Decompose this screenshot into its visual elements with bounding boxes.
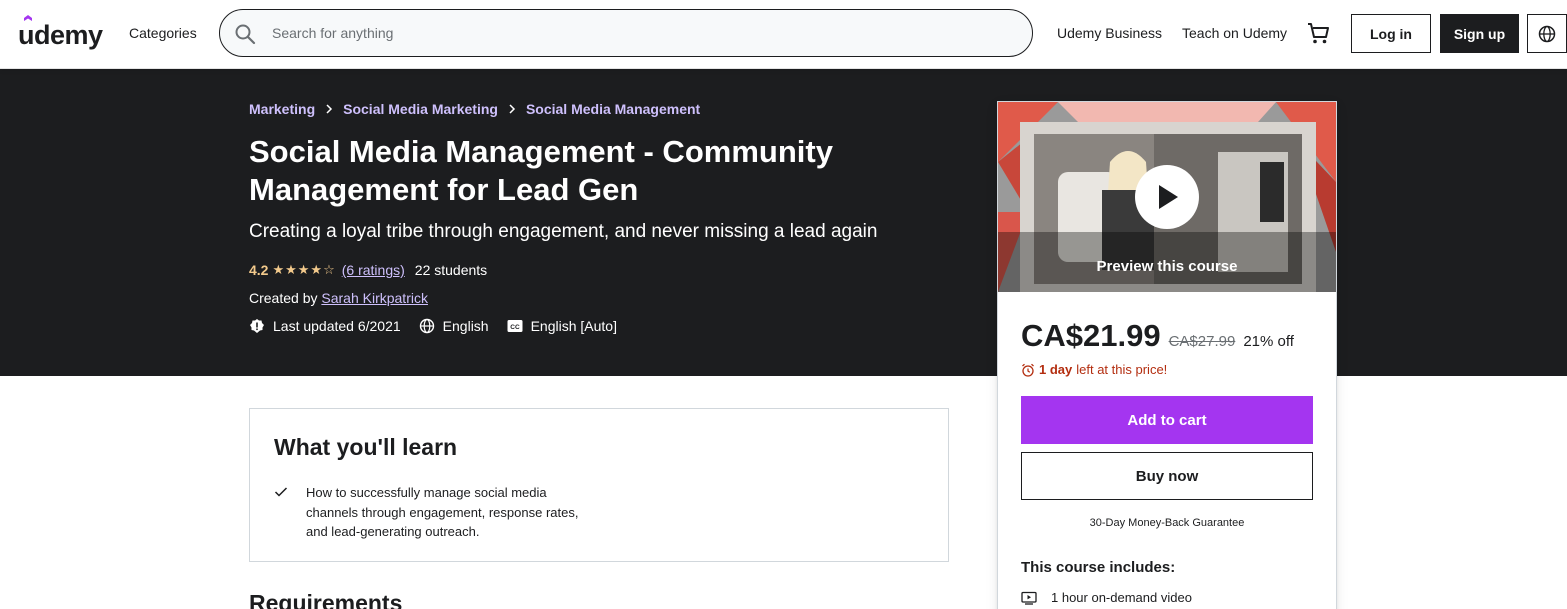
search-input[interactable] xyxy=(272,20,1012,46)
alert-badge-icon xyxy=(250,319,264,333)
price-deadline: 1 day left at this price! xyxy=(1021,362,1167,377)
preview-label: Preview this course xyxy=(1096,258,1238,275)
breadcrumb: Marketing Social Media Marketing Social … xyxy=(249,101,700,117)
breadcrumb-item[interactable]: Social Media Management xyxy=(526,101,700,117)
course-subtitle: Creating a loyal tribe through engagemen… xyxy=(249,221,878,242)
svg-text:udemy: udemy xyxy=(18,20,103,50)
video-icon xyxy=(1021,591,1037,605)
discount-badge: 21% off xyxy=(1243,333,1294,350)
breadcrumb-item[interactable]: Marketing xyxy=(249,101,315,117)
ratings-count-link[interactable]: (6 ratings) xyxy=(342,262,405,278)
requirements-title: Requirements xyxy=(249,590,403,609)
play-button[interactable] xyxy=(1135,165,1199,229)
current-price: CA$21.99 xyxy=(1021,318,1161,353)
udemy-logo[interactable]: udemy xyxy=(18,14,110,52)
author-link[interactable]: Sarah Kirkpatrick xyxy=(321,290,428,306)
udemy-business-link[interactable]: Udemy Business xyxy=(1057,25,1162,41)
login-button[interactable]: Log in xyxy=(1351,14,1431,53)
learn-title: What you'll learn xyxy=(274,434,458,460)
add-to-cart-button[interactable]: Add to cart xyxy=(1021,396,1313,444)
globe-icon xyxy=(1538,25,1556,42)
rating-number: 4.2 xyxy=(249,262,269,278)
breadcrumb-item[interactable]: Social Media Marketing xyxy=(343,101,498,117)
search-bar[interactable] xyxy=(219,9,1033,57)
teach-on-udemy-link[interactable]: Teach on Udemy xyxy=(1182,25,1287,41)
closed-caption-icon: CC xyxy=(507,320,523,332)
money-back-guarantee: 30-Day Money-Back Guarantee xyxy=(1089,517,1245,529)
chevron-right-icon xyxy=(509,104,516,114)
star-rating-icon: ★★★★☆ xyxy=(272,262,336,277)
course-title: Social Media Management - Community Mana… xyxy=(249,134,833,207)
alarm-clock-icon xyxy=(1022,363,1034,377)
includes-title: This course includes: xyxy=(1021,559,1176,576)
course-language: English xyxy=(419,318,489,334)
learn-item: How to successfully manage social media … xyxy=(274,483,586,542)
play-icon xyxy=(1159,185,1178,209)
language-button[interactable] xyxy=(1527,14,1567,53)
signup-button[interactable]: Sign up xyxy=(1440,14,1519,53)
categories-menu[interactable]: Categories xyxy=(129,25,197,41)
students-count: 22 students xyxy=(414,262,488,278)
course-meta: Last updated 6/2021 English CC English [… xyxy=(249,318,635,334)
original-price: CA$27.99 xyxy=(1168,333,1236,350)
include-item: 1 hour on-demand video xyxy=(1021,590,1192,605)
price-row: CA$21.99 CA$27.99 21% off xyxy=(1021,318,1294,354)
chevron-right-icon xyxy=(326,104,333,114)
checkmark-icon xyxy=(274,487,288,497)
rating-row: 4.2 ★★★★☆ (6 ratings) 22 students xyxy=(249,262,487,278)
top-header: udemy Categories Udemy Business Teach on… xyxy=(0,0,1567,69)
search-icon[interactable] xyxy=(234,23,256,45)
course-preview[interactable]: Preview this course xyxy=(998,102,1336,292)
last-updated: Last updated 6/2021 xyxy=(249,318,401,334)
course-captions: CC English [Auto] xyxy=(507,318,617,334)
cart-icon[interactable] xyxy=(1305,20,1331,46)
globe-icon xyxy=(419,318,434,334)
buy-now-button[interactable]: Buy now xyxy=(1021,452,1313,500)
created-by-label: Created by xyxy=(249,290,318,306)
purchase-card: Preview this course CA$21.99 CA$27.99 21… xyxy=(997,101,1337,609)
svg-text:CC: CC xyxy=(510,324,520,331)
created-by: Created by Sarah Kirkpatrick xyxy=(249,290,428,306)
what-you-learn-box: What you'll learn How to successfully ma… xyxy=(249,408,949,562)
